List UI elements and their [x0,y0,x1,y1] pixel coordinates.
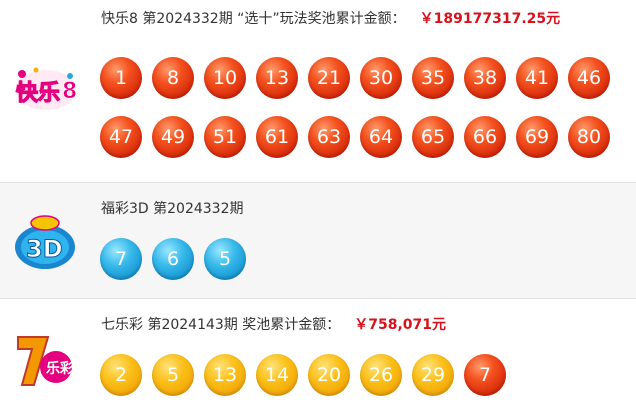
qlc-logo-image: 乐彩 [17,336,74,386]
qlc-section: 乐彩 七乐彩 第2024143期 奖池累计金额： ￥758,071元 2 5 13… [0,299,636,414]
fc3d-section: 3D 福彩3D 第2024332期 7 6 5 [0,182,636,299]
fc3d-ball: 6 [152,238,194,280]
kl8-jackpot-amount: ￥189177317.25元 [419,11,561,27]
kl8-ball: 66 [464,116,506,158]
qlc-jackpot-amount: ￥758,071元 [354,317,447,333]
kl8-ball: 51 [204,116,246,158]
kl8-ball: 8 [152,57,194,99]
fc3d-ball: 5 [204,238,246,280]
qlc-ball: 13 [204,354,246,396]
kl8-ball: 49 [152,116,194,158]
kl8-ball: 69 [516,116,558,158]
kl8-ball: 64 [360,116,402,158]
fc3d-logo-image: 3D [15,215,75,269]
kl8-ball: 41 [516,57,558,99]
kl8-ball: 61 [256,116,298,158]
fc3d-ball: 7 [100,238,142,280]
svg-text:快乐: 快乐 [16,81,60,106]
qlc-ball: 14 [256,354,298,396]
qlc-ball: 2 [100,354,142,396]
svg-text:3D: 3D [26,235,63,263]
qlc-ball: 29 [412,354,454,396]
kl8-logo-image: 快乐 8 [15,67,78,110]
kl8-title-text: 快乐8 第2024332期 “选十”玩法奖池累计金额： [101,11,406,27]
kl8-ball: 38 [464,57,506,99]
qlc-logo[interactable]: 乐彩 [12,329,76,395]
qlc-ball: 5 [152,354,194,396]
fc3d-logo[interactable]: 3D [12,213,78,275]
fc3d-title: 福彩3D 第2024332期 [101,201,244,217]
kl8-ball: 30 [360,57,402,99]
kl8-section: 快乐 8 快乐8 第2024332期 “选十”玩法奖池累计金额： ￥1891773… [0,0,636,182]
svg-text:乐彩: 乐彩 [46,360,74,377]
qlc-ball: 26 [360,354,402,396]
kl8-ball: 80 [568,116,610,158]
qlc-title: 七乐彩 第2024143期 奖池累计金额： ￥758,071元 [101,315,446,335]
kl8-ball: 63 [308,116,350,158]
kl8-ball: 35 [412,57,454,99]
kl8-ball: 13 [256,57,298,99]
kl8-ball: 65 [412,116,454,158]
qlc-special-ball: 7 [464,354,506,396]
kl8-ball: 1 [100,57,142,99]
kl8-ball: 10 [204,57,246,99]
kl8-logo[interactable]: 快乐 8 [12,62,80,116]
qlc-title-text: 七乐彩 第2024143期 奖池累计金额： [101,317,341,333]
kl8-ball: 46 [568,57,610,99]
kl8-ball: 21 [308,57,350,99]
kl8-title: 快乐8 第2024332期 “选十”玩法奖池累计金额： ￥189177317.25… [101,9,560,29]
qlc-ball: 20 [308,354,350,396]
svg-text:8: 8 [62,79,77,104]
kl8-ball: 47 [100,116,142,158]
